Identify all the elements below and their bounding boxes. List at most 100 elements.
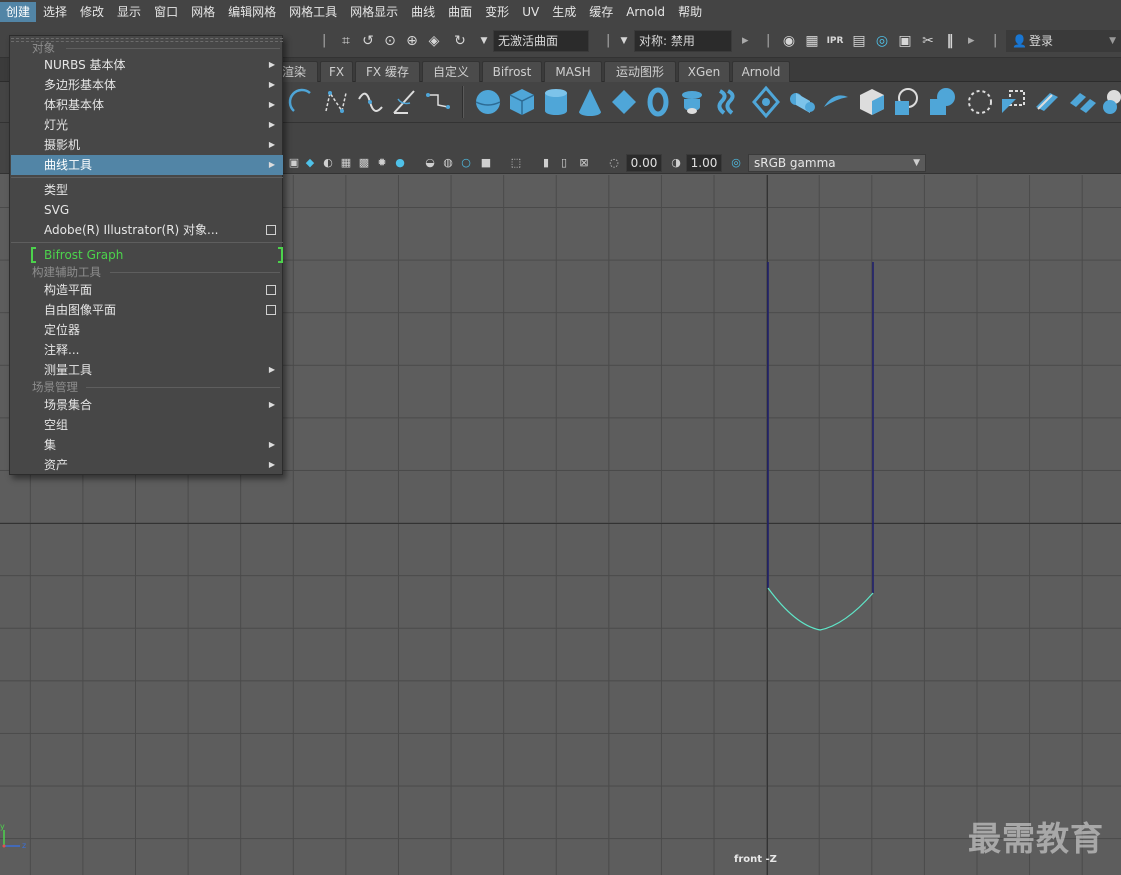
menu-item-bifrost-graph[interactable]: Bifrost Graph bbox=[11, 245, 283, 265]
shelf-tab-fx-cache[interactable]: FX 缓存 bbox=[355, 61, 420, 82]
menu-item-curve-tools[interactable]: 曲线工具 ▶ bbox=[11, 155, 283, 175]
default-material-icon[interactable]: ◐ bbox=[320, 155, 336, 171]
menu-curves[interactable]: 曲线 bbox=[405, 2, 441, 22]
shelf-tab-custom[interactable]: 自定义 bbox=[422, 61, 480, 82]
shelf-tab-mash[interactable]: MASH bbox=[544, 61, 602, 82]
snap-grid-icon[interactable]: ⌗ bbox=[336, 31, 356, 51]
menu-deform[interactable]: 变形 bbox=[479, 2, 515, 22]
shaded-cube-icon[interactable]: ▣ bbox=[286, 155, 302, 171]
render-clapper-icon[interactable]: ▦ bbox=[802, 31, 822, 51]
lighting-icon[interactable]: ✹ bbox=[374, 155, 390, 171]
chevron-down-icon[interactable]: ▼ bbox=[474, 31, 494, 51]
gate-mask-icon[interactable]: ▮ bbox=[538, 155, 554, 171]
menu-item-type[interactable]: 类型 bbox=[11, 180, 283, 200]
textured-icon[interactable]: ▦ bbox=[338, 155, 354, 171]
menu-item-assets[interactable]: 资产 ▶ bbox=[11, 455, 283, 475]
hypershade-icon[interactable]: ◎ bbox=[872, 31, 892, 51]
menu-item-nurbs-primitives[interactable]: NURBS 基本体 ▶ bbox=[11, 55, 283, 75]
anti-alias-icon[interactable]: ■ bbox=[478, 155, 494, 171]
menu-item-volume-primitives[interactable]: 体积基本体 ▶ bbox=[11, 95, 283, 115]
ep-curve-tool-icon[interactable] bbox=[354, 85, 386, 119]
menu-edit-mesh[interactable]: 编辑网格 bbox=[222, 2, 282, 22]
menu-item-scene-assembly[interactable]: 场景集合 ▶ bbox=[11, 395, 283, 415]
exposure-field[interactable]: 0.00 bbox=[626, 154, 662, 172]
render-view-icon[interactable]: ◉ bbox=[779, 31, 799, 51]
snap-surface-icon[interactable]: ↻ bbox=[450, 31, 470, 51]
shelf-tab-xgen[interactable]: XGen bbox=[678, 61, 730, 82]
shadows-icon[interactable]: ● bbox=[392, 155, 408, 171]
move-pivot-icon[interactable] bbox=[750, 85, 782, 119]
poly-cone-icon[interactable] bbox=[574, 85, 606, 119]
cv-curve-tool-icon[interactable] bbox=[320, 85, 352, 119]
ambient-occlusion-icon[interactable]: ◍ bbox=[440, 155, 456, 171]
menu-item-cameras[interactable]: 摄影机 ▶ bbox=[11, 135, 283, 155]
color-management-icon[interactable]: ◎ bbox=[728, 155, 744, 171]
gamma-field[interactable]: 1.00 bbox=[686, 154, 722, 172]
menu-item-lights[interactable]: 灯光 ▶ bbox=[11, 115, 283, 135]
motion-blur-icon[interactable]: ○ bbox=[458, 155, 474, 171]
symmetry-field[interactable]: 对称: 禁用 bbox=[634, 30, 732, 52]
smooth-shade-icon[interactable]: ◆ bbox=[302, 155, 318, 171]
poly-helix-icon[interactable] bbox=[710, 85, 742, 119]
extrude-icon[interactable] bbox=[786, 85, 818, 119]
poly-pipe-icon[interactable] bbox=[676, 85, 708, 119]
pencil-curve-tool-icon[interactable] bbox=[388, 85, 420, 119]
arc-tool-icon[interactable] bbox=[286, 85, 318, 119]
menu-item-empty-group[interactable]: 空组 bbox=[11, 415, 283, 435]
snap-live-icon[interactable]: ◈ bbox=[424, 31, 444, 51]
colorspace-dropdown[interactable]: sRGB gamma ▼ bbox=[748, 154, 926, 172]
menu-item-free-image-plane[interactable]: 自由图像平面 bbox=[11, 300, 283, 320]
chevron-down-icon[interactable]: ▼ bbox=[614, 31, 634, 51]
ipr-render-icon[interactable]: IPR bbox=[825, 31, 845, 51]
menu-item-construction-plane[interactable]: 构造平面 bbox=[11, 280, 283, 300]
menu-arnold[interactable]: Arnold bbox=[620, 2, 671, 22]
menu-item-illustrator-objects[interactable]: Adobe(R) Illustrator(R) 对象... bbox=[11, 220, 283, 240]
smooth-icon[interactable] bbox=[964, 85, 996, 119]
field-chart-icon[interactable]: ▯ bbox=[556, 155, 572, 171]
snap-curve-icon[interactable]: ↺ bbox=[358, 31, 378, 51]
bezier-curve-tool-icon[interactable] bbox=[422, 85, 454, 119]
option-box-icon[interactable] bbox=[266, 285, 276, 295]
exposure-icon[interactable]: ◌ bbox=[606, 155, 622, 171]
option-box-icon[interactable] bbox=[266, 225, 276, 235]
menu-generate[interactable]: 生成 bbox=[546, 2, 582, 22]
menu-mesh-display[interactable]: 网格显示 bbox=[344, 2, 404, 22]
poly-plane-icon[interactable] bbox=[608, 85, 640, 119]
poly-cube-icon[interactable] bbox=[506, 85, 538, 119]
option-box-icon[interactable] bbox=[266, 305, 276, 315]
xray-icon[interactable]: ◒ bbox=[422, 155, 438, 171]
loft-icon[interactable] bbox=[820, 85, 852, 119]
snap-point-icon[interactable]: ⊙ bbox=[380, 31, 400, 51]
menu-windows[interactable]: 窗口 bbox=[148, 2, 184, 22]
render-settings-icon[interactable]: ▤ bbox=[849, 31, 869, 51]
pause-icon[interactable]: ‖ bbox=[940, 31, 960, 51]
poly-torus-icon[interactable] bbox=[642, 85, 674, 119]
menu-select[interactable]: 选择 bbox=[37, 2, 73, 22]
wireframe-on-shaded-icon[interactable]: ▩ bbox=[356, 155, 372, 171]
gamma-icon[interactable]: ◑ bbox=[668, 155, 684, 171]
curve-profile[interactable] bbox=[760, 255, 880, 635]
menu-mesh[interactable]: 网格 bbox=[185, 2, 221, 22]
poly-sphere-icon[interactable] bbox=[472, 85, 504, 119]
combine-icon[interactable] bbox=[890, 85, 922, 119]
shelf-tab-bifrost[interactable]: Bifrost bbox=[482, 61, 542, 82]
menu-display[interactable]: 显示 bbox=[111, 2, 147, 22]
bridge-icon[interactable] bbox=[1066, 85, 1098, 119]
light-editor-icon[interactable]: ✂ bbox=[918, 31, 938, 51]
shelf-tab-arnold[interactable]: Arnold bbox=[732, 61, 790, 82]
menu-surfaces[interactable]: 曲面 bbox=[442, 2, 478, 22]
menu-item-svg[interactable]: SVG bbox=[11, 200, 283, 220]
snap-view-plane-icon[interactable]: ⊕ bbox=[402, 31, 422, 51]
isolate-select-icon[interactable]: ⬚ bbox=[508, 155, 524, 171]
menu-item-annotation[interactable]: 注释... bbox=[11, 340, 283, 360]
render-setup-icon[interactable]: ▣ bbox=[895, 31, 915, 51]
separate-icon[interactable] bbox=[998, 85, 1030, 119]
curve-arc[interactable] bbox=[767, 587, 874, 631]
menu-mesh-tools[interactable]: 网格工具 bbox=[283, 2, 343, 22]
bevel-cube-icon[interactable] bbox=[856, 85, 888, 119]
shelf-tab-fx[interactable]: FX bbox=[320, 61, 353, 82]
live-surface-field[interactable]: 无激活曲面 bbox=[493, 30, 589, 52]
menu-create[interactable]: 创建 bbox=[0, 2, 37, 22]
menu-item-polygon-primitives[interactable]: 多边形基本体 ▶ bbox=[11, 75, 283, 95]
boolean-icon[interactable] bbox=[926, 85, 958, 119]
